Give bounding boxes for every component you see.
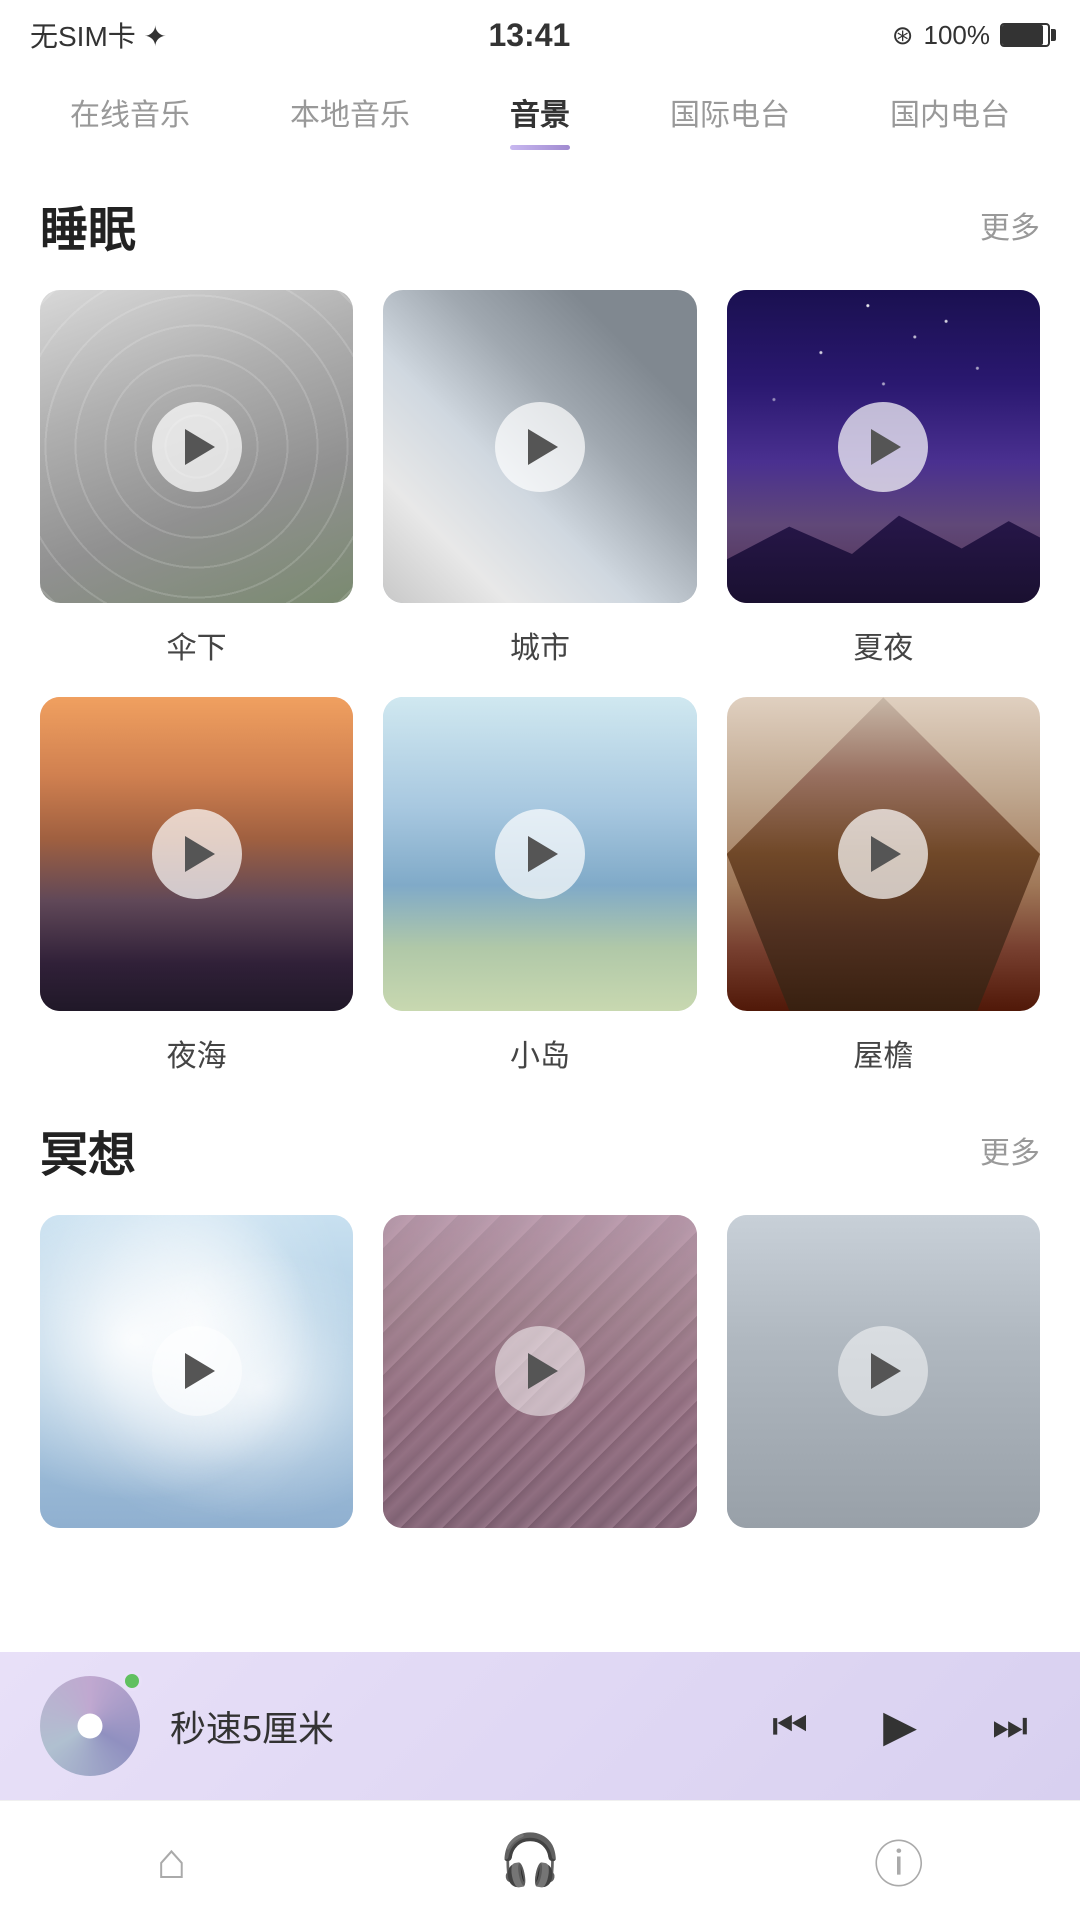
play-overlay[interactable] — [495, 1326, 585, 1416]
battery-icon — [1000, 23, 1050, 47]
sleep-island-image[interactable] — [383, 697, 696, 1010]
sleep-night-sea-image[interactable] — [40, 697, 353, 1010]
tab-intl-radio[interactable]: 国际电台 — [670, 90, 790, 150]
play-overlay[interactable] — [838, 402, 928, 492]
status-time: 13:41 — [488, 17, 570, 54]
sleep-summer-night-label: 夏夜 — [853, 623, 913, 667]
play-icon — [871, 836, 901, 872]
sleep-city-image[interactable] — [383, 290, 696, 603]
play-overlay[interactable] — [152, 1326, 242, 1416]
play-icon — [185, 1353, 215, 1389]
play-icon — [528, 429, 558, 465]
play-icon — [185, 836, 215, 872]
sleep-eaves-image[interactable] — [727, 697, 1040, 1010]
sleep-title: 睡眠 — [40, 190, 136, 260]
play-overlay[interactable] — [838, 809, 928, 899]
meditation-marble-image[interactable] — [383, 1215, 696, 1528]
mini-player: 秒速5厘米 — [0, 1652, 1080, 1800]
list-item — [727, 1215, 1040, 1528]
play-overlay[interactable] — [495, 809, 585, 899]
play-overlay[interactable] — [838, 1326, 928, 1416]
info-icon — [874, 1825, 924, 1897]
play-icon — [528, 1353, 558, 1389]
list-item: 夏夜 — [727, 290, 1040, 667]
list-item — [40, 1215, 353, 1528]
sleep-umbrella-image[interactable] — [40, 290, 353, 603]
nav-home[interactable] — [156, 1832, 186, 1890]
player-info: 秒速5厘米 — [170, 1700, 730, 1752]
status-signal: 无SIM卡 ✦ — [30, 15, 167, 55]
night-mountain — [727, 494, 1040, 604]
player-album-art[interactable] — [40, 1676, 140, 1776]
player-controls — [760, 1696, 1040, 1756]
meditation-feather-image[interactable] — [727, 1215, 1040, 1528]
play-icon — [871, 1353, 901, 1389]
sleep-summer-night-image[interactable] — [727, 290, 1040, 603]
sleep-city-label: 城市 — [510, 623, 570, 667]
tab-local-music[interactable]: 本地音乐 — [290, 90, 410, 150]
play-pause-button[interactable] — [870, 1696, 930, 1756]
nav-music[interactable] — [499, 1831, 561, 1890]
status-bar: 无SIM卡 ✦ 13:41 ⊛ 100% — [0, 0, 1080, 70]
list-item: 夜海 — [40, 697, 353, 1074]
prev-button[interactable] — [760, 1696, 820, 1756]
tab-online-music[interactable]: 在线音乐 — [70, 90, 190, 150]
music-icon — [499, 1831, 561, 1890]
play-overlay[interactable] — [152, 809, 242, 899]
status-right: ⊛ 100% — [892, 20, 1050, 51]
sleep-more-button[interactable]: 更多 — [980, 203, 1040, 247]
tab-soundscape[interactable]: 音景 — [510, 90, 570, 150]
meditation-grid — [40, 1215, 1040, 1528]
meditation-clouds-image[interactable] — [40, 1215, 353, 1528]
sleep-island-label: 小岛 — [510, 1031, 570, 1075]
tab-cn-radio[interactable]: 国内电台 — [890, 90, 1010, 150]
battery-percent: 100% — [923, 20, 990, 51]
list-item — [383, 1215, 696, 1528]
play-icon — [871, 429, 901, 465]
sleep-eaves-label: 屋檐 — [853, 1031, 913, 1075]
list-item: 小岛 — [383, 697, 696, 1074]
nav-info[interactable] — [874, 1825, 924, 1897]
play-icon — [185, 429, 215, 465]
sleep-grid: 伞下 城市 夏夜 — [40, 290, 1040, 1075]
main-content: 睡眠 更多 伞下 城市 — [0, 150, 1080, 1528]
home-icon — [156, 1832, 186, 1890]
album-online-indicator — [122, 1671, 142, 1691]
player-title: 秒速5厘米 — [170, 1708, 334, 1749]
list-item: 屋檐 — [727, 697, 1040, 1074]
sleep-umbrella-label: 伞下 — [167, 623, 227, 667]
list-item: 伞下 — [40, 290, 353, 667]
tab-bar: 在线音乐 本地音乐 音景 国际电台 国内电台 — [0, 70, 1080, 150]
meditation-title: 冥想 — [40, 1115, 136, 1185]
bluetooth-icon: ⊛ — [892, 20, 914, 51]
play-overlay[interactable] — [152, 402, 242, 492]
sleep-night-sea-label: 夜海 — [167, 1031, 227, 1075]
sleep-section-header: 睡眠 更多 — [40, 190, 1040, 260]
meditation-more-button[interactable]: 更多 — [980, 1128, 1040, 1172]
next-button[interactable] — [980, 1696, 1040, 1756]
bottom-nav — [0, 1800, 1080, 1920]
list-item: 城市 — [383, 290, 696, 667]
play-overlay[interactable] — [495, 402, 585, 492]
play-icon — [528, 836, 558, 872]
meditation-section-header: 冥想 更多 — [40, 1115, 1040, 1185]
